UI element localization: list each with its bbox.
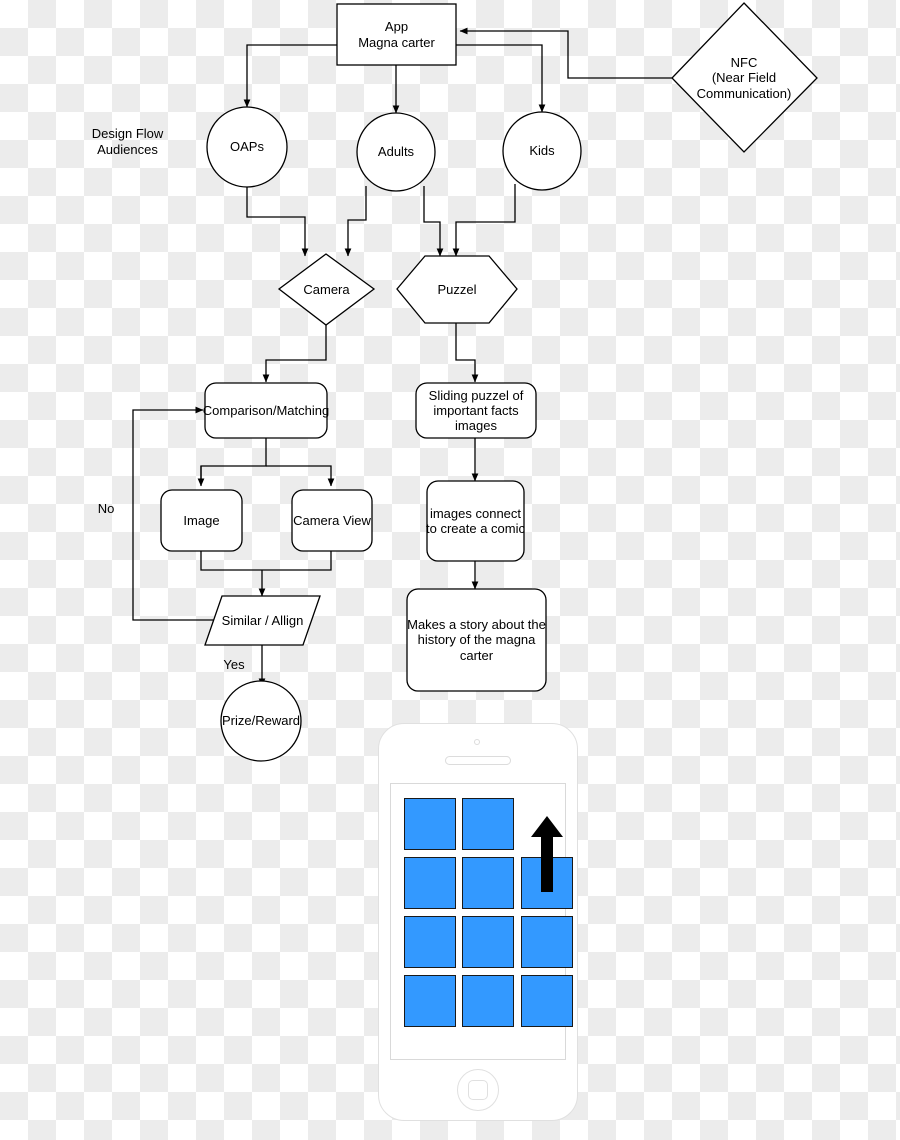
puzzle-tile[interactable] bbox=[404, 857, 456, 909]
puzzle-tile[interactable] bbox=[462, 916, 514, 968]
puzzle-tile[interactable] bbox=[404, 975, 456, 1027]
node-image[interactable] bbox=[160, 489, 243, 552]
edge-label-yes: Yes bbox=[223, 657, 245, 672]
puzzle-tile[interactable] bbox=[462, 798, 514, 850]
node-sliding-puzzel[interactable] bbox=[415, 382, 537, 439]
node-nfc[interactable] bbox=[671, 2, 818, 153]
node-puzzel[interactable] bbox=[396, 255, 518, 324]
node-prize-reward[interactable] bbox=[220, 680, 302, 762]
home-button-square-icon bbox=[468, 1080, 488, 1100]
node-camera[interactable] bbox=[277, 253, 376, 326]
puzzle-tile[interactable] bbox=[521, 916, 573, 968]
puzzle-tile[interactable] bbox=[462, 975, 514, 1027]
puzzle-tile[interactable] bbox=[462, 857, 514, 909]
node-comparison[interactable] bbox=[204, 382, 328, 439]
puzzle-tile[interactable] bbox=[404, 798, 456, 850]
puzzle-tile[interactable] bbox=[404, 916, 456, 968]
slide-up-arrow-icon bbox=[531, 816, 563, 892]
design-flow-audiences-title: Design Flow Audiences bbox=[91, 126, 164, 157]
node-camera-view[interactable] bbox=[291, 489, 373, 552]
phone-screen[interactable] bbox=[390, 783, 573, 1060]
node-story[interactable] bbox=[406, 588, 547, 692]
puzzle-tile[interactable] bbox=[521, 975, 573, 1027]
node-similar-allign[interactable] bbox=[204, 595, 321, 646]
node-app[interactable] bbox=[336, 3, 457, 66]
edge-label-no: No bbox=[97, 501, 115, 516]
phone-mockup bbox=[378, 723, 578, 1121]
node-images-comic[interactable] bbox=[426, 480, 525, 562]
front-camera-icon bbox=[474, 739, 480, 745]
node-adults[interactable] bbox=[356, 112, 436, 192]
node-oaps[interactable] bbox=[206, 106, 288, 188]
earpiece-speaker-icon bbox=[445, 756, 511, 765]
flowchart-canvas: App Magna carter NFC (Near Field Communi… bbox=[0, 0, 900, 1140]
node-kids[interactable] bbox=[502, 111, 582, 191]
